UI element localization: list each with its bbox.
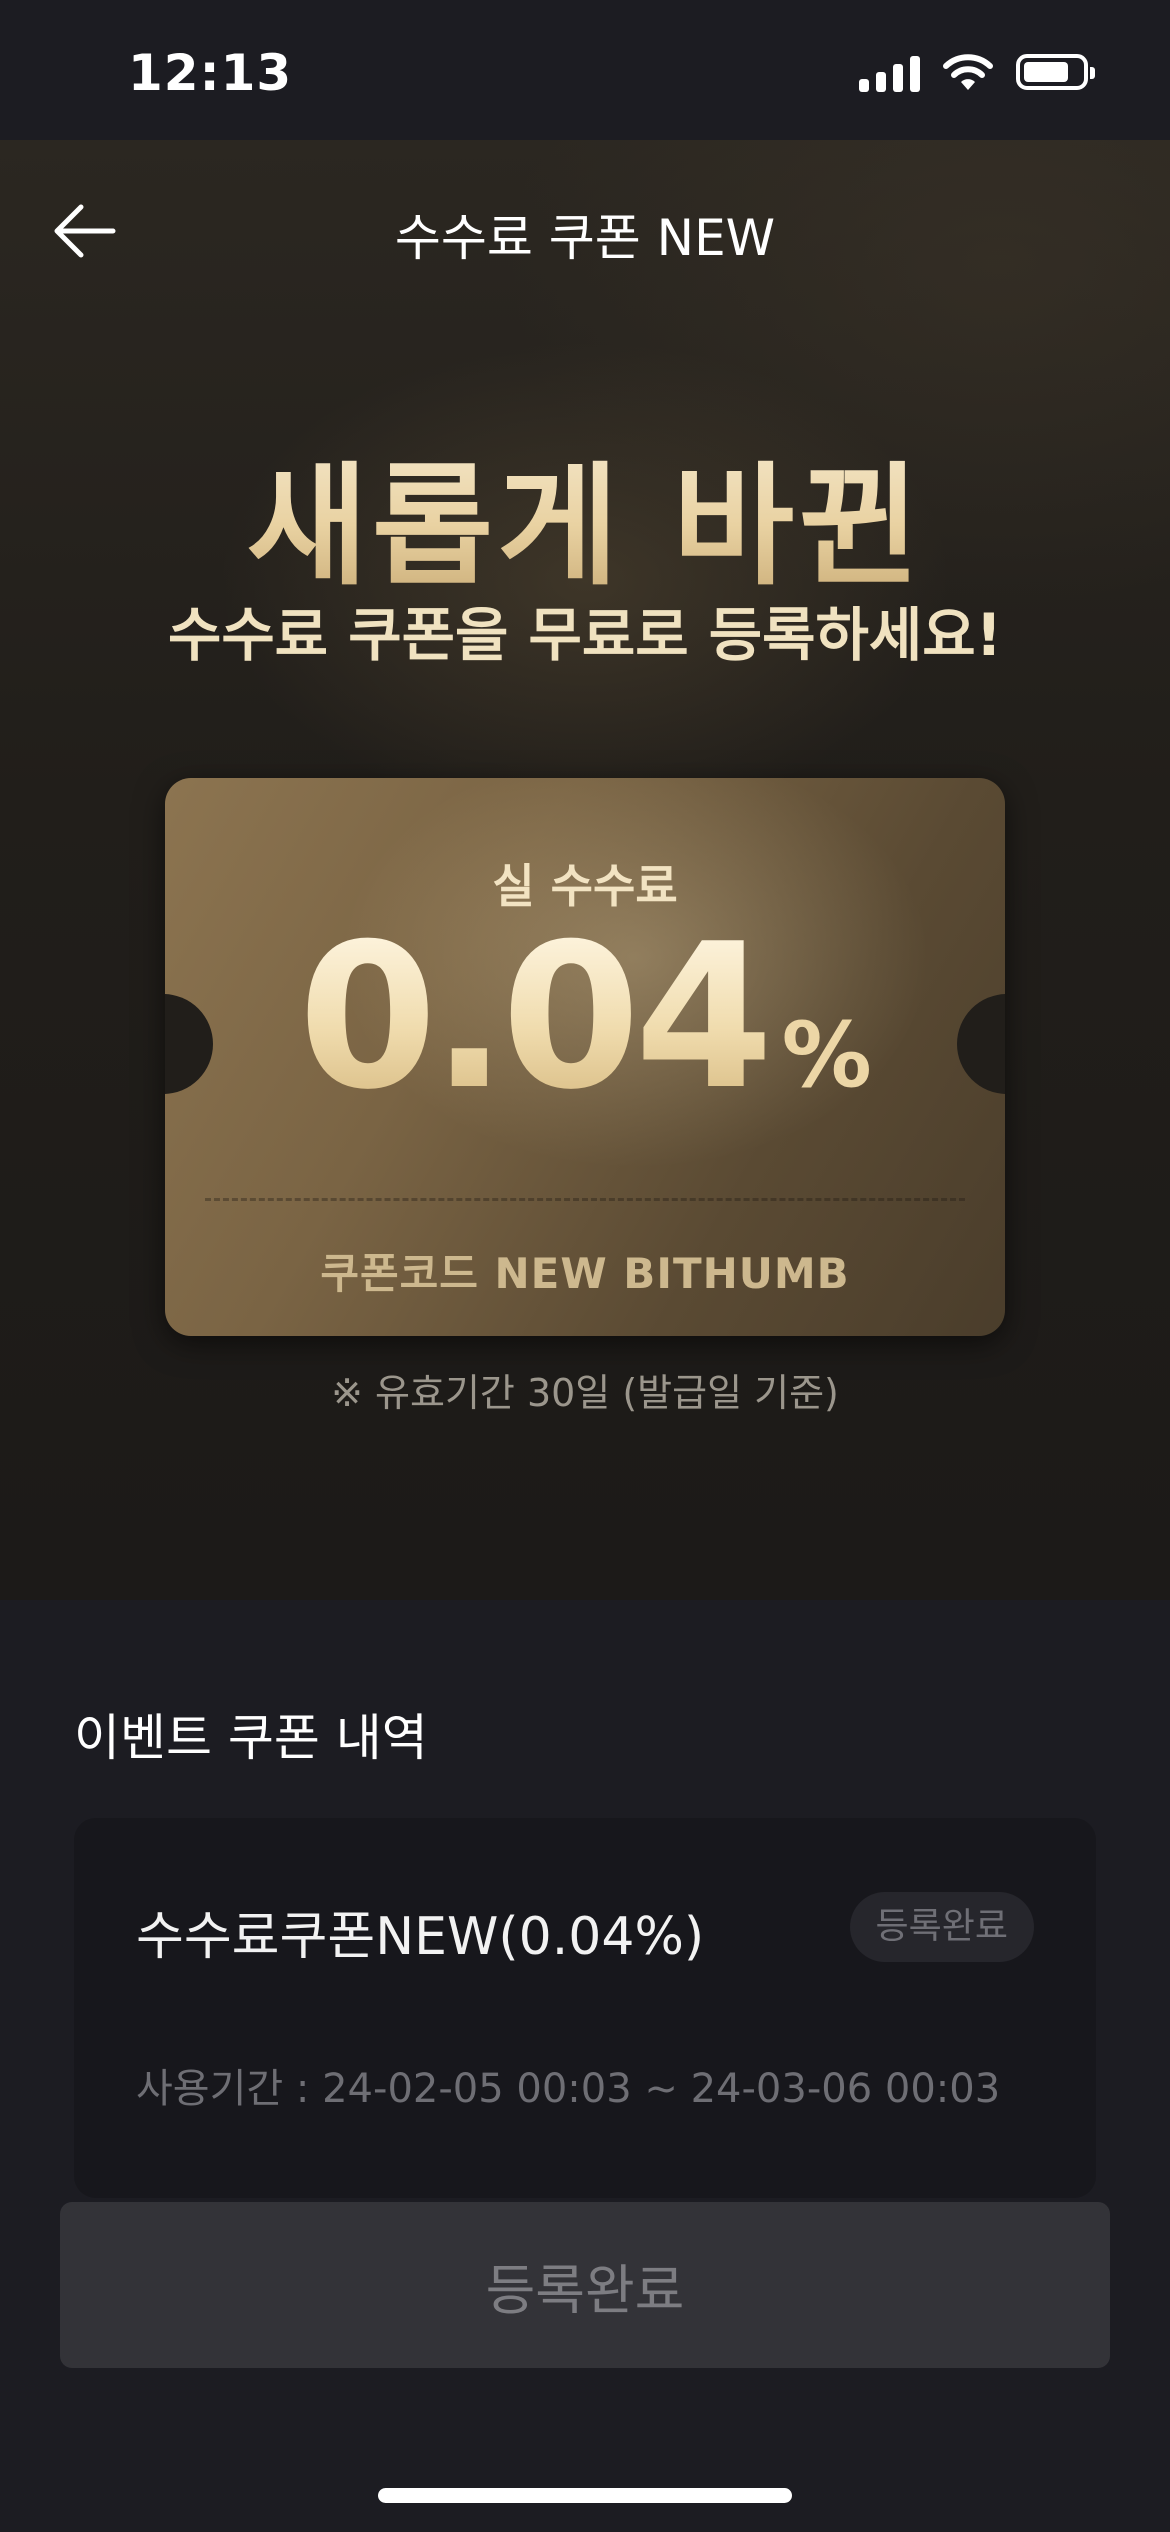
cellular-signal-icon [859,52,920,92]
status-badge: 등록완료 [849,1892,1034,1962]
home-indicator [378,2488,792,2503]
status-icons [859,52,1095,92]
coupon-hero: 수수료 쿠폰 NEW 새롭게 바뀐 수수료 쿠폰을 무료로 등록하세요! 실 수… [0,140,1170,1600]
ticket-divider [205,1198,965,1201]
wifi-icon [943,54,993,90]
coupon-period: 사용기간 : 24-02-05 00:03 ~ 24-03-06 00:03 [136,2066,1001,2112]
register-complete-button[interactable]: 등록완료 [60,2202,1110,2368]
status-time: 12:13 [128,44,293,102]
rate-value: 0.04 [298,901,773,1134]
status-bar: 12:13 [0,0,1170,140]
coupon-code: 쿠폰코드 NEW BITHUMB [320,1249,850,1298]
history-title: 이벤트 쿠폰 내역 [74,1709,428,1767]
coupon-name: 수수료쿠폰NEW(0.04%) [136,1907,705,1967]
coupon-ticket: 실 수수료 0.04 % 쿠폰코드 NEW BITHUMB [165,778,1005,1336]
hero-headline: 새롭게 바뀐 [0,420,1170,611]
battery-icon [1016,54,1095,90]
validity-note: ※ 유효기간 30일 (발급일 기준) [331,1371,839,1415]
hero-subtitle: 수수료 쿠폰을 무료로 등록하세요! [167,601,1003,669]
list-item: 수수료쿠폰NEW(0.04%) 등록완료 사용기간 : 24-02-05 00:… [74,1818,1096,2198]
rate-unit: % [781,1003,872,1108]
ticket-rate: 0.04 % [165,918,1005,1118]
page-title: 수수료 쿠폰 NEW [394,209,776,267]
